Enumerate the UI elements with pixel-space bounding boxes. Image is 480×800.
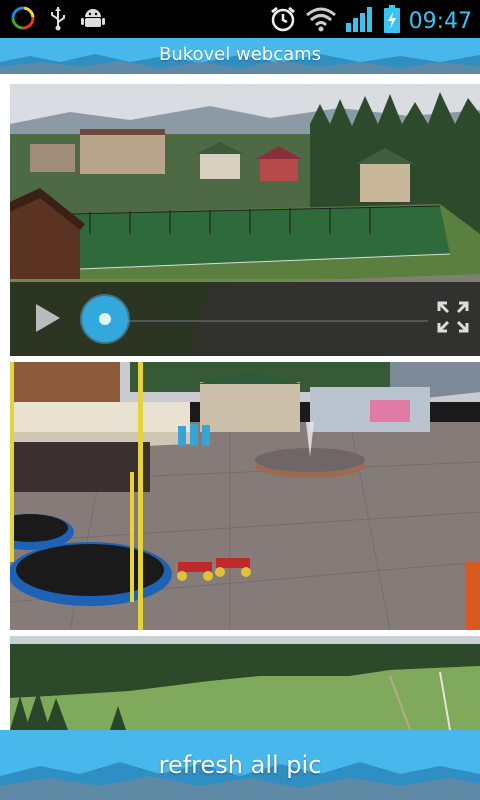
seek-thumb[interactable] bbox=[82, 296, 128, 342]
webcam-image-3[interactable] bbox=[10, 636, 480, 730]
battery-charging-icon bbox=[383, 4, 401, 38]
status-bar: 09:47 bbox=[0, 0, 480, 38]
android-icon bbox=[80, 5, 106, 35]
status-time: 09:47 bbox=[408, 8, 472, 34]
alarm-icon bbox=[269, 5, 297, 37]
app-circle-icon bbox=[10, 5, 36, 35]
refresh-all-button[interactable]: refresh all pic bbox=[0, 730, 480, 800]
app-header: Bukovel webcams bbox=[0, 38, 480, 74]
page-title: Bukovel webcams bbox=[158, 44, 322, 65]
video-controls bbox=[10, 282, 480, 356]
seek-track[interactable] bbox=[128, 320, 428, 322]
footer: refresh all pic bbox=[0, 730, 480, 800]
usb-icon bbox=[48, 5, 68, 35]
webcam-list[interactable] bbox=[0, 74, 480, 730]
play-button[interactable] bbox=[30, 300, 64, 336]
signal-icon bbox=[345, 5, 375, 37]
wifi-icon bbox=[305, 5, 337, 37]
fullscreen-icon[interactable] bbox=[436, 300, 470, 334]
webcam-image-2[interactable] bbox=[10, 362, 480, 630]
